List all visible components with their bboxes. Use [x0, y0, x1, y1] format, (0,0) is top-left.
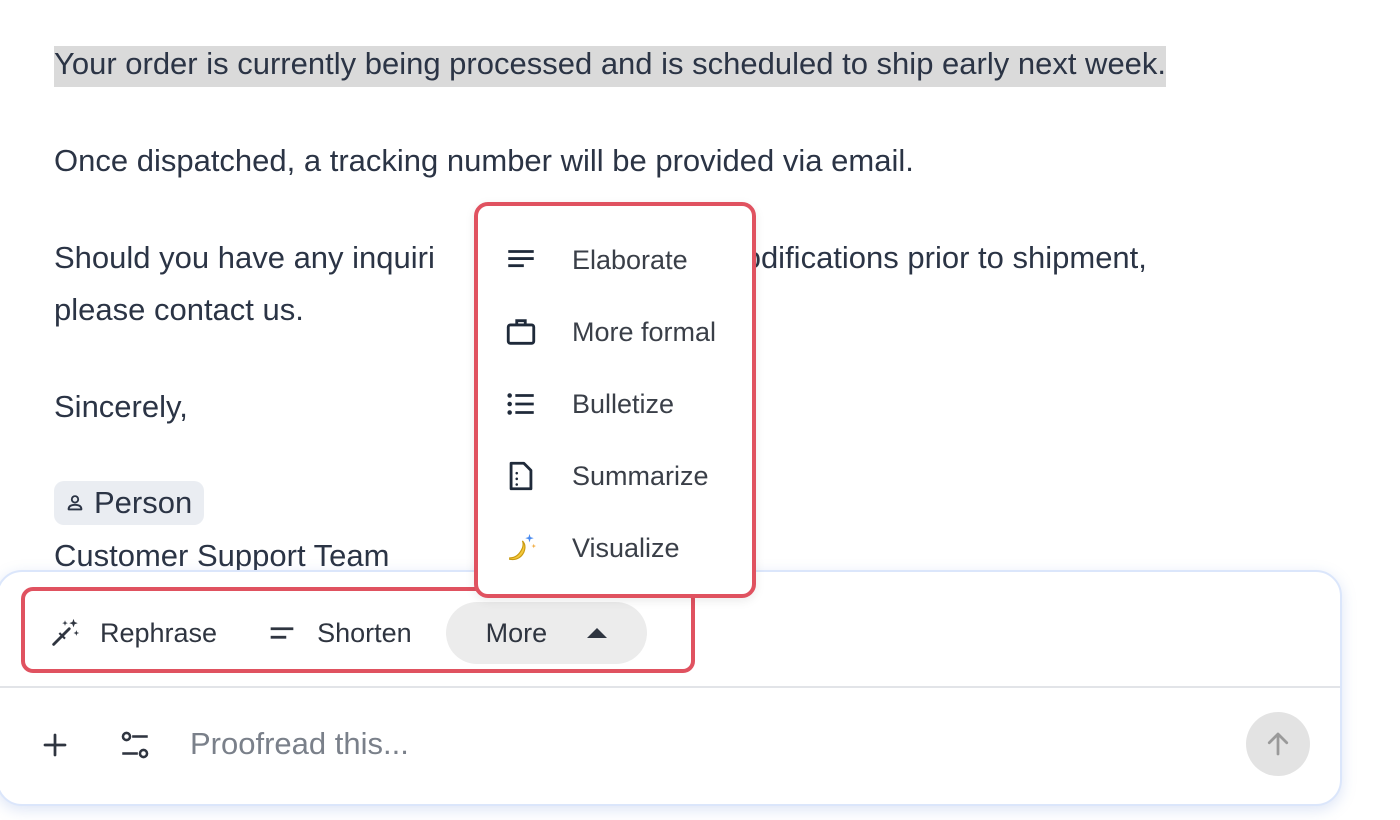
person-chip-label: Person — [94, 485, 193, 520]
document-icon — [504, 459, 538, 493]
menu-item-more-formal[interactable]: More formal — [478, 302, 752, 362]
send-button[interactable] — [1246, 712, 1310, 776]
menu-item-label: Elaborate — [572, 244, 688, 275]
arrow-up-icon — [1267, 732, 1289, 756]
short-lines-icon — [270, 627, 294, 639]
prompt-input[interactable] — [190, 718, 1210, 770]
person-chip[interactable]: Person — [54, 481, 205, 525]
paragraph-dispatch[interactable]: Once dispatched, a tracking number will … — [54, 135, 1344, 187]
banana-sparkle-icon — [504, 531, 538, 565]
briefcase-icon — [504, 315, 538, 349]
more-button[interactable]: More — [445, 602, 648, 664]
rephrase-label: Rephrase — [100, 617, 218, 648]
menu-item-label: Visualize — [572, 532, 680, 563]
selected-text[interactable]: Your order is currently being processed … — [54, 46, 1167, 87]
lines-icon — [504, 243, 538, 277]
menu-item-visualize[interactable]: Visualize — [478, 518, 752, 578]
caret-up-icon — [587, 628, 608, 638]
composer-divider — [0, 686, 1340, 688]
ai-composer-panel: Rephrase Shorten More — [0, 570, 1342, 806]
menu-item-summarize[interactable]: Summarize — [478, 446, 752, 506]
paragraph-order-status[interactable]: Your order is currently being processed … — [54, 38, 1344, 90]
prompt-row — [0, 690, 1340, 802]
quick-actions-bar: Rephrase Shorten More — [24, 594, 648, 672]
menu-item-label: Bulletize — [572, 388, 675, 419]
plus-icon[interactable] — [40, 730, 70, 760]
menu-item-bulletize[interactable]: Bulletize — [478, 374, 752, 434]
more-label: More — [485, 617, 548, 648]
inquiries-text-line2: please contact us. — [54, 292, 304, 327]
menu-item-elaborate[interactable]: Elaborate — [478, 230, 752, 290]
inquiries-text-start: Should you have any inquiri — [54, 240, 435, 275]
menu-item-label: More formal — [572, 316, 717, 347]
bullet-list-icon — [504, 387, 538, 421]
rephrase-button[interactable]: Rephrase — [24, 602, 241, 664]
shorten-label: Shorten — [317, 617, 412, 648]
more-options-menu: Elaborate More formal Bulletize Summariz… — [474, 202, 756, 598]
inquiries-text-end: modifications prior to shipment, — [717, 240, 1147, 275]
magic-wand-icon — [52, 618, 80, 646]
tune-settings-icon[interactable] — [118, 728, 152, 762]
menu-item-label: Summarize — [572, 460, 709, 491]
shorten-button[interactable]: Shorten — [241, 602, 436, 664]
person-icon — [67, 495, 83, 511]
